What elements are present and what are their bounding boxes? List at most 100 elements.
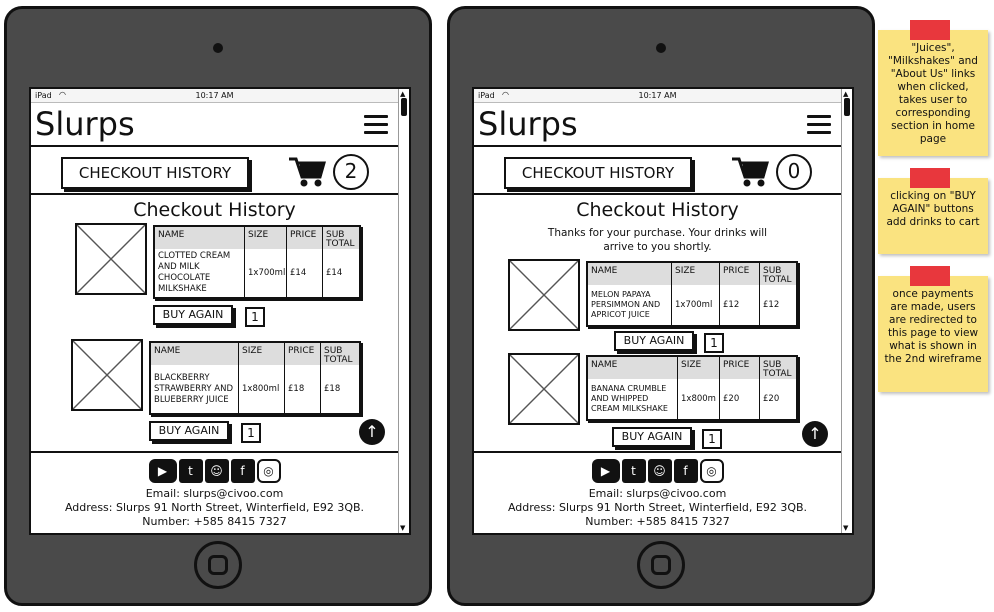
cart-count-badge: 0 bbox=[776, 154, 812, 190]
thank-you-line-2: arrive to you shortly. bbox=[603, 241, 712, 253]
page-title: Checkout History bbox=[133, 199, 296, 221]
tape-strip bbox=[910, 266, 950, 286]
item-subtotal: £20 bbox=[763, 393, 780, 404]
sticky-note: clicking on "BUY AGAIN" buttons add drin… bbox=[878, 168, 988, 254]
quantity-box[interactable]: 1 bbox=[702, 429, 722, 449]
cart-icon[interactable] bbox=[730, 155, 770, 189]
checkout-history-button[interactable]: CHECKOUT HISTORY bbox=[61, 157, 249, 189]
cart-count-badge: 2 bbox=[333, 154, 369, 190]
scroll-down-arrow-icon[interactable]: ▼ bbox=[400, 524, 405, 532]
nav-bar: CHECKOUT HISTORY 2 bbox=[31, 149, 398, 195]
buy-again-button[interactable]: BUY AGAIN bbox=[614, 331, 694, 351]
buy-again-button[interactable]: BUY AGAIN bbox=[612, 427, 692, 447]
col-header-price: PRICE bbox=[720, 357, 760, 379]
quantity-box[interactable]: 1 bbox=[245, 307, 265, 327]
buy-again-button[interactable]: BUY AGAIN bbox=[149, 421, 229, 441]
scroll-up-arrow-icon[interactable]: ▲ bbox=[843, 90, 848, 98]
sticky-note: once payments are made, users are redire… bbox=[878, 266, 988, 392]
footer-number: Number: +585 8415 7327 bbox=[585, 515, 730, 528]
product-image-placeholder bbox=[508, 259, 580, 331]
status-bar: iPad ◠ 10:17 AM bbox=[474, 89, 841, 103]
col-header-size: SIZE bbox=[672, 263, 720, 285]
hamburger-menu-icon[interactable] bbox=[807, 115, 831, 135]
screen-1: iPad ◠ 10:17 AM Slurps CHECKOUT HISTORY … bbox=[29, 87, 411, 535]
buy-again-button[interactable]: BUY AGAIN bbox=[153, 305, 233, 325]
logo[interactable]: Slurps bbox=[35, 105, 135, 143]
col-header-price: PRICE bbox=[720, 263, 760, 285]
col-header-name: NAME bbox=[151, 343, 239, 365]
item-size: 1x700ml bbox=[672, 285, 720, 325]
footer-address: Address: Slurps 91 North Street, Winterf… bbox=[507, 501, 808, 514]
snapchat-icon[interactable]: ☺ bbox=[204, 459, 229, 483]
scrollbar[interactable]: ▲ ▼ bbox=[398, 89, 409, 533]
item-subtotal: £14 bbox=[326, 267, 343, 278]
scroll-up-arrow-icon[interactable]: ▲ bbox=[400, 90, 405, 98]
item-price: £14 bbox=[287, 249, 323, 297]
thank-you-message: Thanks for your purchase. Your drinks wi… bbox=[474, 226, 841, 254]
facebook-icon[interactable]: f bbox=[673, 459, 698, 483]
col-header-subtotal: SUB TOTAL bbox=[323, 227, 359, 249]
nav-bar: CHECKOUT HISTORY 0 bbox=[474, 149, 841, 195]
cart-icon[interactable] bbox=[287, 155, 327, 189]
col-header-price: PRICE bbox=[287, 227, 323, 249]
social-links: ▶ t ☺ f ◎ bbox=[31, 459, 398, 483]
status-time: 10:17 AM bbox=[638, 91, 677, 100]
col-header-size: SIZE bbox=[245, 227, 287, 249]
youtube-icon[interactable]: ▶ bbox=[148, 459, 177, 483]
col-header-size: SIZE bbox=[239, 343, 285, 365]
social-links: ▶ t ☺ f ◎ bbox=[474, 459, 841, 483]
snapchat-icon[interactable]: ☺ bbox=[647, 459, 672, 483]
page-title: Checkout History bbox=[576, 199, 739, 221]
col-header-subtotal: SUB TOTAL bbox=[321, 343, 359, 365]
item-price: £20 bbox=[720, 379, 760, 419]
scroll-to-top-icon[interactable]: ↑ bbox=[802, 421, 828, 447]
home-button[interactable] bbox=[194, 541, 242, 589]
product-image-placeholder bbox=[71, 339, 143, 411]
footer-number: Number: +585 8415 7327 bbox=[142, 515, 287, 528]
item-price: £12 bbox=[720, 285, 760, 325]
tape-strip bbox=[910, 20, 950, 40]
tablet-frame-1: iPad ◠ 10:17 AM Slurps CHECKOUT HISTORY … bbox=[4, 6, 432, 606]
quantity-box[interactable]: 1 bbox=[241, 423, 261, 443]
hamburger-menu-icon[interactable] bbox=[364, 115, 388, 135]
quantity-box[interactable]: 1 bbox=[704, 333, 724, 353]
col-header-name: NAME bbox=[588, 263, 672, 285]
facebook-icon[interactable]: f bbox=[230, 459, 255, 483]
app-header: Slurps bbox=[474, 103, 841, 147]
footer-address: Address: Slurps 91 North Street, Winterf… bbox=[64, 501, 365, 514]
item-size: 1x700ml bbox=[245, 249, 287, 297]
camera-dot bbox=[656, 43, 666, 53]
footer: ▶ t ☺ f ◎ Email: slurps@civoo.com Addres… bbox=[31, 451, 398, 533]
thank-you-line-1: Thanks for your purchase. Your drinks wi… bbox=[547, 227, 768, 239]
scrollbar-thumb[interactable] bbox=[401, 98, 407, 116]
item-price: £18 bbox=[285, 365, 321, 413]
checkout-history-button[interactable]: CHECKOUT HISTORY bbox=[504, 157, 692, 189]
order-table: NAME SIZE PRICE SUB TOTAL BLACKBERRY STR… bbox=[149, 341, 361, 415]
footer-email[interactable]: Email: slurps@civoo.com bbox=[474, 487, 841, 500]
note-text: "Juices", "Milkshakes" and "About Us" li… bbox=[888, 42, 978, 145]
item-name: BLACKBERRY STRAWBERRY AND BLUEBERRY JUIC… bbox=[151, 365, 239, 413]
instagram-icon[interactable]: ◎ bbox=[699, 459, 724, 483]
twitter-icon[interactable]: t bbox=[621, 459, 646, 483]
home-button[interactable] bbox=[637, 541, 685, 589]
logo[interactable]: Slurps bbox=[478, 105, 578, 143]
status-bar: iPad ◠ 10:17 AM bbox=[31, 89, 398, 103]
scrollbar[interactable]: ▲ ▼ bbox=[841, 89, 852, 533]
note-text: clicking on "BUY AGAIN" buttons add drin… bbox=[886, 190, 980, 228]
status-time: 10:17 AM bbox=[195, 91, 234, 100]
order-table: NAME SIZE PRICE SUB TOTAL BANANA CRUMBLE… bbox=[586, 355, 798, 421]
screen-2: iPad ◠ 10:17 AM Slurps CHECKOUT HISTORY … bbox=[472, 87, 854, 535]
footer-email[interactable]: Email: slurps@civoo.com bbox=[31, 487, 398, 500]
note-text: once payments are made, users are redire… bbox=[884, 288, 982, 365]
scroll-down-arrow-icon[interactable]: ▼ bbox=[843, 524, 848, 532]
scroll-to-top-icon[interactable]: ↑ bbox=[359, 419, 385, 445]
twitter-icon[interactable]: t bbox=[178, 459, 203, 483]
order-table: NAME SIZE PRICE SUB TOTAL CLOTTED CREAM … bbox=[153, 225, 361, 299]
scrollbar-thumb[interactable] bbox=[844, 98, 850, 116]
instagram-icon[interactable]: ◎ bbox=[256, 459, 281, 483]
footer: ▶ t ☺ f ◎ Email: slurps@civoo.com Addres… bbox=[474, 451, 841, 533]
item-name: BANANA CRUMBLE AND WHIPPED CREAM MILKSHA… bbox=[588, 379, 678, 419]
tape-strip bbox=[910, 168, 950, 188]
youtube-icon[interactable]: ▶ bbox=[591, 459, 620, 483]
product-image-placeholder bbox=[75, 223, 147, 295]
